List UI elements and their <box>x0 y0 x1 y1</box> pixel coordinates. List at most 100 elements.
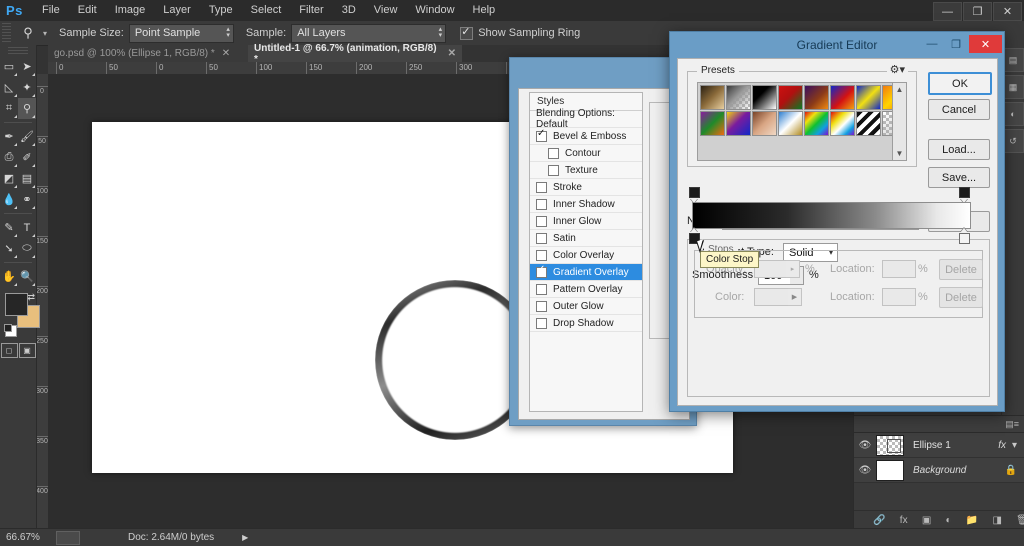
scroll-down-icon[interactable]: ▼ <box>893 147 906 160</box>
ge-maximize-button[interactable]: ❐ <box>945 35 967 53</box>
ok-button[interactable]: OK <box>928 72 992 95</box>
style-item-satin[interactable]: Satin <box>530 230 642 247</box>
location-input-2[interactable] <box>882 288 916 306</box>
style-item-checkbox[interactable] <box>536 232 547 244</box>
trash-icon[interactable]: 🗑 <box>1016 515 1024 526</box>
save-button[interactable]: Save... <box>928 167 990 188</box>
style-item-outer-glow[interactable]: Outer Glow <box>530 298 642 315</box>
link-icon[interactable]: 🔗 <box>873 515 885 526</box>
tool-preset-chevron-down-icon[interactable]: ▾ <box>43 29 47 38</box>
menu-item-layer[interactable]: Layer <box>154 0 200 21</box>
gradient-preset-violet-green-orange[interactable] <box>700 111 725 136</box>
color-picker-arrow-icon[interactable]: ▶ <box>788 288 802 306</box>
gradient-preset-yellow-violet-orange-blue[interactable] <box>726 111 751 136</box>
layer-thumbnail[interactable] <box>876 459 904 481</box>
color-stop-right[interactable] <box>959 228 970 244</box>
delete-opacity-stop-button[interactable]: Delete <box>939 259 983 280</box>
opacity-stop-left[interactable] <box>689 187 700 203</box>
gradient-icon[interactable]: ▤ <box>18 168 36 189</box>
style-item-gradient-overlay[interactable]: Gradient Overlay <box>530 264 642 281</box>
style-item-checkbox[interactable] <box>536 181 547 193</box>
eye-icon[interactable]: 👁 <box>854 465 876 476</box>
style-item-checkbox[interactable] <box>536 215 547 227</box>
style-item-checkbox[interactable] <box>536 283 547 295</box>
panel-icon-swatches[interactable]: ▦ <box>1002 75 1024 99</box>
style-item-drop-shadow[interactable]: Drop Shadow <box>530 315 642 332</box>
panel-icon-adjustments[interactable]: ◐ <box>1002 102 1024 126</box>
zoom-icon[interactable]: 🔍 <box>18 266 36 287</box>
show-sampling-ring-checkbox-wrap[interactable]: Show Sampling Ring <box>460 25 580 40</box>
options-bar-grip[interactable] <box>2 23 11 43</box>
style-item-checkbox[interactable] <box>548 164 559 176</box>
type-icon[interactable]: T <box>18 217 36 238</box>
presets-scrollbar[interactable]: ▲ ▼ <box>892 83 906 160</box>
stepper-icon[interactable]: ▴ ▾ <box>226 26 230 39</box>
opacity-stop-right[interactable] <box>959 187 970 203</box>
menu-item-filter[interactable]: Filter <box>290 0 332 21</box>
style-item-stroke[interactable]: Stroke <box>530 179 642 196</box>
adjustment-icon[interactable]: ◐ <box>946 515 952 526</box>
quick-mask-icon[interactable]: ◻ <box>0 343 18 358</box>
panel-icon-color[interactable]: ▤ <box>1002 48 1024 72</box>
stepper-icon[interactable]: ▴ ▾ <box>439 26 443 39</box>
crop-icon[interactable]: ⌗ <box>0 98 18 119</box>
status-arrow-icon[interactable]: ▶ <box>242 533 248 542</box>
menu-item-help[interactable]: Help <box>464 0 505 21</box>
toolbox-grip[interactable] <box>8 47 28 56</box>
layer-fx-expand-icon[interactable]: ▾ <box>1012 440 1017 451</box>
close-button[interactable]: ✕ <box>993 2 1022 21</box>
magic-wand-icon[interactable]: ✦ <box>18 77 36 98</box>
menu-item-3d[interactable]: 3D <box>333 0 365 21</box>
gradient-preset-chrome[interactable] <box>778 111 803 136</box>
foreground-color-swatch[interactable] <box>5 293 28 316</box>
swap-colors-icon[interactable]: ⇄ <box>27 292 35 303</box>
style-item-inner-glow[interactable]: Inner Glow <box>530 213 642 230</box>
panel-icon-history[interactable]: ↺ <box>1002 129 1024 153</box>
gradient-preset-transparent-rainbow[interactable] <box>830 111 855 136</box>
marquee-icon[interactable]: ▭ <box>0 56 18 77</box>
delete-color-stop-button[interactable]: Delete <box>939 287 983 308</box>
ge-close-button[interactable]: ✕ <box>969 35 1002 53</box>
eyedropper-icon[interactable]: ⚲ <box>18 98 36 119</box>
brush-icon[interactable]: 🖌 <box>18 126 36 147</box>
menu-item-edit[interactable]: Edit <box>69 0 106 21</box>
location-input-1[interactable] <box>882 260 916 278</box>
gear-icon[interactable]: ⚙▾ <box>886 63 908 76</box>
style-item-texture[interactable]: Texture <box>530 162 642 179</box>
gradient-preview-bar[interactable] <box>692 202 971 229</box>
layer-thumbnail[interactable] <box>876 434 904 456</box>
ellipse-icon[interactable]: ⬭ <box>18 238 36 259</box>
style-item-checkbox[interactable] <box>536 264 547 278</box>
style-item-inner-shadow[interactable]: Inner Shadow <box>530 196 642 213</box>
menu-item-window[interactable]: Window <box>406 0 463 21</box>
layer-row[interactable]: 👁 Ellipse 1 fx ▾ <box>854 433 1024 458</box>
gradient-preset-spectrum[interactable] <box>804 111 829 136</box>
pen-icon[interactable]: ✎ <box>0 217 18 238</box>
screen-mode-icon[interactable]: ▣ <box>18 343 36 358</box>
menu-item-file[interactable]: File <box>33 0 69 21</box>
gradient-preset-black-white[interactable] <box>752 85 777 110</box>
load-button[interactable]: Load... <box>928 139 990 160</box>
hand-icon[interactable]: ✋ <box>0 266 18 287</box>
show-sampling-ring-checkbox[interactable] <box>460 25 474 40</box>
panel-menu-icon[interactable]: ▤≡ <box>1005 419 1019 430</box>
default-colors-icon[interactable] <box>4 324 17 337</box>
sample-size-select[interactable]: Point Sample ▴ ▾ <box>128 23 234 43</box>
document-tab-1[interactable]: Untitled-1 @ 66.7% (animation, RGB/8) * ✕ <box>248 43 462 65</box>
ge-minimize-button[interactable]: — <box>921 35 943 53</box>
path-selection-icon[interactable]: ➘ <box>0 238 18 259</box>
eraser-icon[interactable]: ◩ <box>0 168 18 189</box>
folder-icon[interactable]: 📁 <box>966 515 978 526</box>
style-item-contour[interactable]: Contour <box>530 145 642 162</box>
gradient-preset-blue-red-yellow[interactable] <box>830 85 855 110</box>
gradient-preset-red-green[interactable] <box>778 85 803 110</box>
blending-options-item[interactable]: Blending Options: Default <box>530 108 642 130</box>
style-item-color-overlay[interactable]: Color Overlay <box>530 247 642 264</box>
history-brush-icon[interactable]: ✐ <box>18 147 36 168</box>
clone-stamp-icon[interactable]: ⎙ <box>0 147 18 168</box>
style-item-bevel-emboss[interactable]: Bevel & Emboss <box>530 128 642 145</box>
restore-button[interactable]: ❐ <box>963 2 992 21</box>
gradient-preset-violet-orange[interactable] <box>804 85 829 110</box>
style-item-checkbox[interactable] <box>536 249 547 261</box>
zoom-level[interactable]: 66.67% <box>6 532 52 543</box>
